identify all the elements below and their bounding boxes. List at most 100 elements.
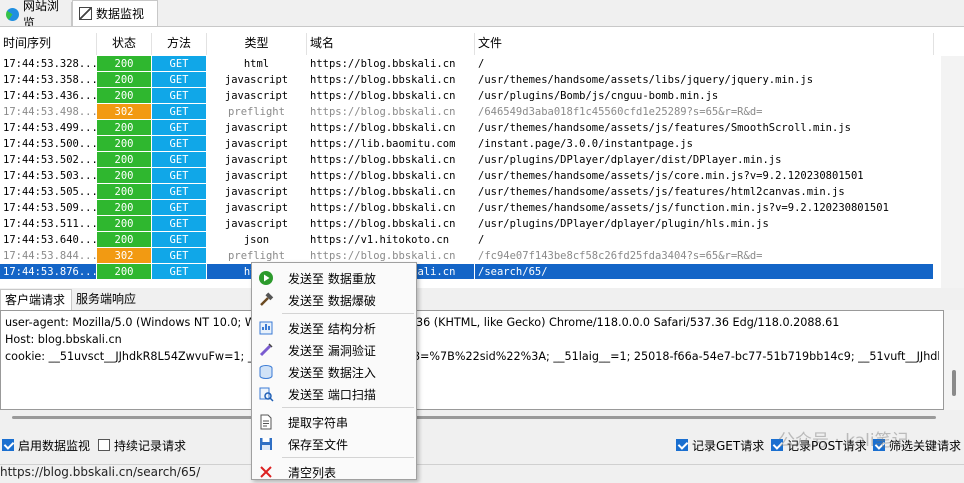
menu-item-label: 发送至 数据爆破 <box>288 293 376 308</box>
status-cell: 200 <box>97 264 152 280</box>
menu-item-save-file[interactable]: 保存至文件 <box>252 433 416 455</box>
status-cell: 302 <box>97 248 152 264</box>
file-cell: /usr/themes/handsome/assets/js/features/… <box>475 120 934 136</box>
time-cell: 17:44:53.503... <box>0 168 97 184</box>
checkbox-label: 启用数据监视 <box>18 438 91 453</box>
checkbox-label: 持续记录请求 <box>114 438 187 453</box>
domain-cell: https://blog.bbskali.cn <box>307 216 475 232</box>
menu-item-send-vuln-verify[interactable]: 发送至 漏洞验证 <box>252 339 416 361</box>
table-vertical-scrollbar[interactable] <box>941 56 964 288</box>
tab-client-request[interactable]: 客户端请求 <box>0 289 72 310</box>
menu-item-extract-strings[interactable]: 提取字符串 <box>252 411 416 433</box>
time-cell: 17:44:53.500... <box>0 136 97 152</box>
type-cell: javascript <box>207 184 307 200</box>
menu-separator <box>282 457 414 458</box>
method-cell: GET <box>152 168 207 184</box>
scrollbar-thumb[interactable] <box>952 370 956 396</box>
file-cell: /usr/plugins/DPlayer/dplayer/plugin/hls.… <box>475 216 934 232</box>
domain-cell: https://blog.bbskali.cn <box>307 168 475 184</box>
table-row[interactable]: 17:44:53.358... 200 GET javascript https://b… <box>0 72 964 88</box>
menu-item-label: 发送至 结构分析 <box>288 321 376 336</box>
menu-separator <box>282 313 414 314</box>
time-cell: 17:44:53.876... <box>0 264 97 280</box>
table-body: 17:44:53.328... 200 GET html https://blog.bb… <box>0 56 964 280</box>
table-row[interactable]: 17:44:53.876...200GEThtmlhttps://blog.bb… <box>0 264 964 280</box>
table-row[interactable]: 17:44:53.328... 200 GET html https://blog.bb… <box>0 56 964 72</box>
request-line: Host: blog.bbskali.cn <box>5 333 122 346</box>
file-cell: /instant.page/3.0.0/instantpage.js <box>475 136 934 152</box>
status-cell: 200 <box>97 152 152 168</box>
syringe-icon <box>259 343 273 357</box>
menu-item-send-port-scan[interactable]: 发送至 端口扫描 <box>252 383 416 405</box>
structure-icon <box>259 321 273 335</box>
domain-cell: https://v1.hitokoto.cn <box>307 232 475 248</box>
table-row[interactable]: 17:44:53.502... 200 GET javascript https://b… <box>0 152 964 168</box>
tab-label: 数据监视 <box>96 7 145 21</box>
request-text-area[interactable]: user-agent: Mozilla/5.0 (Windows NT 10.0… <box>0 310 944 410</box>
method-cell: GET <box>152 72 207 88</box>
checkbox-box[interactable] <box>98 439 110 451</box>
type-cell: javascript <box>207 200 307 216</box>
file-cell: /usr/plugins/Bomb/js/cnguu-bomb.min.js <box>475 88 934 104</box>
type-cell: json <box>207 232 307 248</box>
domain-cell: https://blog.bbskali.cn <box>307 184 475 200</box>
column-header-status[interactable]: 状态 <box>97 33 152 55</box>
method-cell: GET <box>152 88 207 104</box>
tab-website-browse[interactable]: 网站浏览 <box>0 0 72 30</box>
table-row[interactable]: 17:44:53.509... 200 GET javascript https://b… <box>0 200 964 216</box>
file-cell: /fc94e07f143be8cf58c26fd25fda3404?s=65&r… <box>475 248 934 264</box>
tab-data-monitor[interactable]: 数据监视 <box>72 0 158 26</box>
table-row[interactable]: 17:44:53.500... 200 GET javascript https://l… <box>0 136 964 152</box>
method-cell: GET <box>152 248 207 264</box>
menu-item-send-structure[interactable]: 发送至 结构分析 <box>252 317 416 339</box>
file-cell: / <box>475 232 934 248</box>
method-cell: GET <box>152 200 207 216</box>
menu-item-label: 发送至 数据注入 <box>288 365 376 380</box>
type-cell: javascript <box>207 120 307 136</box>
status-cell: 200 <box>97 88 152 104</box>
table-row[interactable]: 17:44:53.503... 200 GET javascript https://b… <box>0 168 964 184</box>
request-vertical-scrollbar[interactable] <box>944 310 964 410</box>
menu-item-send-replay[interactable]: 发送至 数据重放 <box>252 267 416 289</box>
file-cell: /646549d3aba018f1c45560cfd1e25289?s=65&r… <box>475 104 934 120</box>
checkbox-continuous-record[interactable]: 持续记录请求 <box>98 437 186 453</box>
menu-item-label: 提取字符串 <box>288 415 349 430</box>
time-cell: 17:44:53.436... <box>0 88 97 104</box>
column-header-method[interactable]: 方法 <box>152 33 207 55</box>
status-cell: 302 <box>97 104 152 120</box>
table-row[interactable]: 17:44:53.498... 302 GET preflight https://bl… <box>0 104 964 120</box>
table-row[interactable]: 17:44:53.499... 200 GET javascript https://b… <box>0 120 964 136</box>
table-row[interactable]: 17:44:53.844... 302 GET preflight https://bl… <box>0 248 964 264</box>
table-row[interactable]: 17:44:53.436... 200 GET javascript https://b… <box>0 88 964 104</box>
time-cell: 17:44:53.328... <box>0 56 97 72</box>
table-row[interactable]: 17:44:53.511... 200 GET javascript https://b… <box>0 216 964 232</box>
menu-item-label: 发送至 端口扫描 <box>288 387 376 402</box>
checkbox-box[interactable] <box>676 439 688 451</box>
request-horizontal-scrollbar[interactable] <box>12 416 936 419</box>
table-row[interactable]: 17:44:53.505... 200 GET javascript https://b… <box>0 184 964 200</box>
tab-server-response[interactable]: 服务端响应 <box>72 289 142 310</box>
domain-cell: https://blog.bbskali.cn <box>307 200 475 216</box>
column-header-time[interactable]: 时间序列 <box>0 33 97 55</box>
table-header: 时间序列 状态 方法 类型 域名 文件 <box>0 33 964 55</box>
menu-item-send-injection[interactable]: 发送至 数据注入 <box>252 361 416 383</box>
checkbox-box[interactable] <box>2 439 14 451</box>
port-scan-icon <box>259 387 274 402</box>
file-cell: /usr/themes/handsome/assets/js/features/… <box>475 184 934 200</box>
method-cell: GET <box>152 216 207 232</box>
column-header-file[interactable]: 文件 <box>475 33 934 55</box>
type-cell: javascript <box>207 216 307 232</box>
status-cell: 200 <box>97 136 152 152</box>
domain-cell: https://blog.bbskali.cn <box>307 72 475 88</box>
column-header-domain[interactable]: 域名 <box>307 33 475 55</box>
menu-item-send-bruteforce[interactable]: 发送至 数据爆破 <box>252 289 416 311</box>
table-row[interactable]: 17:44:53.640... 200 GET json https://v1.hito… <box>0 232 964 248</box>
menu-item-label: 清空列表 <box>288 465 337 480</box>
checkbox-record-get[interactable]: 记录GET请求 <box>676 437 764 453</box>
type-cell: javascript <box>207 152 307 168</box>
checkbox-enable-monitor[interactable]: 启用数据监视 <box>2 437 90 453</box>
method-cell: GET <box>152 152 207 168</box>
type-cell: javascript <box>207 72 307 88</box>
hammer-icon <box>260 292 274 306</box>
column-header-type[interactable]: 类型 <box>207 33 307 55</box>
